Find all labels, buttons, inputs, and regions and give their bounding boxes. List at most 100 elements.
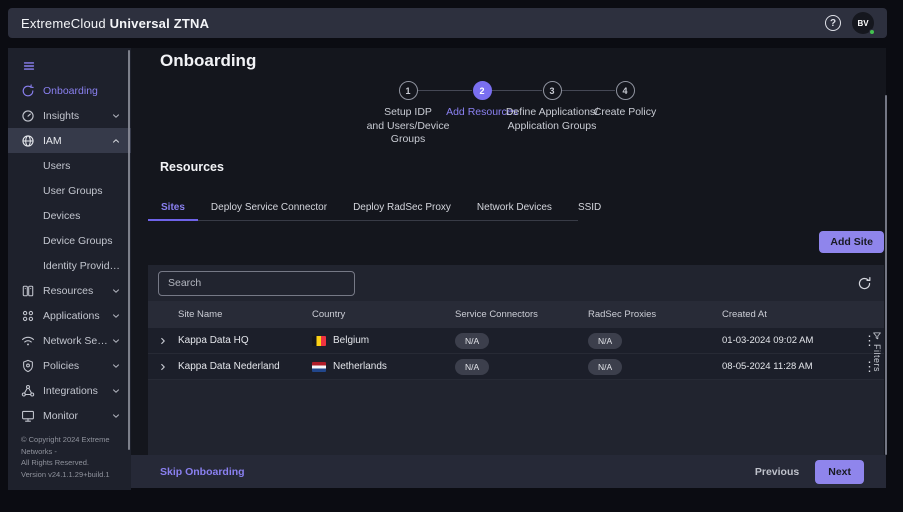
sidebar-item-label: IAM <box>43 135 111 147</box>
refresh-icon[interactable] <box>855 274 874 293</box>
brand-prefix: ExtremeCloud <box>21 16 106 31</box>
sidebar-item-network-services[interactable]: Network Services <box>8 328 131 353</box>
chevron-down-icon <box>111 386 121 396</box>
na-badge: N/A <box>455 333 489 349</box>
sidebar-item-insights[interactable]: Insights <box>8 103 131 128</box>
na-badge: N/A <box>588 333 622 349</box>
onboarding-footer-bar: Skip Onboarding Previous Next <box>131 455 886 488</box>
stepper-step-4[interactable]: 4 Create Policy <box>569 81 681 120</box>
sidebar-item-devices[interactable]: Devices <box>8 203 131 228</box>
avatar[interactable]: BV <box>852 12 874 34</box>
radsec-proxies-cell: N/A <box>588 333 722 349</box>
site-name-cell: Kappa Data HQ <box>178 335 312 346</box>
sidebar-item-applications[interactable]: Applications <box>8 303 131 328</box>
integrations-icon <box>21 384 35 398</box>
filters-label: Filters <box>872 344 882 372</box>
sidebar-item-label: User Groups <box>43 185 121 197</box>
column-header-country: Country <box>312 309 455 320</box>
sidebar-item-identity-providers[interactable]: Identity Providers <box>8 253 131 278</box>
na-badge: N/A <box>588 359 622 375</box>
sidebar-item-users[interactable]: Users <box>8 153 131 178</box>
radsec-proxies-cell: N/A <box>588 359 722 375</box>
sites-table-card: Site Name Country Service Connectors Rad… <box>148 265 884 455</box>
chevron-down-icon <box>111 286 121 296</box>
sidebar-item-label: Resources <box>43 285 111 297</box>
help-icon[interactable]: ? <box>825 15 841 31</box>
step-number: 4 <box>616 81 635 100</box>
sidebar-item-label: Users <box>43 160 121 172</box>
tab-ssid[interactable]: SSID <box>565 194 614 220</box>
hamburger-menu-icon[interactable] <box>8 48 131 78</box>
sidebar-item-label: Devices <box>43 210 121 222</box>
step-number: 3 <box>543 81 562 100</box>
filters-tab[interactable]: Filters <box>872 331 882 372</box>
tab-deploy-radsec-proxy[interactable]: Deploy RadSec Proxy <box>340 194 464 220</box>
country-cell: Belgium <box>312 335 455 346</box>
policies-icon <box>21 359 35 373</box>
brand-product: Universal ZTNA <box>110 16 210 31</box>
tab-deploy-service-connector[interactable]: Deploy Service Connector <box>198 194 340 220</box>
next-button[interactable]: Next <box>815 460 864 484</box>
expand-row-icon[interactable] <box>148 362 178 372</box>
sidebar-item-user-groups[interactable]: User Groups <box>8 178 131 203</box>
expand-row-icon[interactable] <box>148 336 178 346</box>
app-header: ExtremeCloud Universal ZTNA ? BV <box>8 8 887 38</box>
service-connectors-cell: N/A <box>455 333 588 349</box>
table-row[interactable]: Kappa Data Nederland Netherlands N/A N/A… <box>148 354 884 380</box>
search-input[interactable] <box>158 271 355 296</box>
sidebar-item-label: Insights <box>43 110 111 122</box>
iam-icon <box>21 134 35 148</box>
tab-sites[interactable]: Sites <box>148 194 198 220</box>
step-label: Create Policy <box>569 106 681 120</box>
previous-button[interactable]: Previous <box>755 466 799 478</box>
table-row[interactable]: Kappa Data HQ Belgium N/A N/A 01-03-2024… <box>148 328 884 354</box>
skip-onboarding-link[interactable]: Skip Onboarding <box>160 466 245 478</box>
sidebar-item-policies[interactable]: Policies <box>8 353 131 378</box>
page-title: Onboarding <box>160 51 256 71</box>
sidebar-scrollbar[interactable] <box>128 50 130 450</box>
resources-heading: Resources <box>160 160 224 174</box>
na-badge: N/A <box>455 359 489 375</box>
sidebar-item-resources[interactable]: Resources <box>8 278 131 303</box>
created-at-cell: 08-05-2024 11:28 AM <box>722 361 855 372</box>
resources-tabs: Sites Deploy Service Connector Deploy Ra… <box>148 194 578 221</box>
copyright-text: © Copyright 2024 Extreme Networks - <box>21 434 123 457</box>
chevron-up-icon <box>111 136 121 146</box>
insights-icon <box>21 109 35 123</box>
applications-icon <box>21 309 35 323</box>
sidebar-item-device-groups[interactable]: Device Groups <box>8 228 131 253</box>
sidebar-item-label: Network Services <box>43 335 111 347</box>
main-content: Onboarding 1 Setup IDP and Users/Device … <box>131 48 886 488</box>
country-cell: Netherlands <box>312 361 455 372</box>
brand-logo: ExtremeCloud Universal ZTNA <box>21 16 209 31</box>
column-header-radsec-proxies: RadSec Proxies <box>588 309 722 320</box>
sidebar-item-iam[interactable]: IAM <box>8 128 131 153</box>
column-header-created-at: Created At <box>722 309 855 320</box>
chevron-down-icon <box>111 111 121 121</box>
copyright-text-2: All Rights Reserved. <box>21 457 123 469</box>
sidebar-item-onboarding[interactable]: Onboarding <box>8 78 131 103</box>
monitor-icon <box>21 409 35 423</box>
sidebar-item-label: Identity Providers <box>43 260 121 272</box>
sidebar-item-label: Integrations <box>43 385 111 397</box>
tab-network-devices[interactable]: Network Devices <box>464 194 565 220</box>
sidebar: Onboarding Insights IAM Users User Group… <box>8 48 131 490</box>
resources-icon <box>21 284 35 298</box>
main-scrollbar[interactable] <box>885 95 887 455</box>
table-header-row: Site Name Country Service Connectors Rad… <box>148 301 884 328</box>
add-site-button[interactable]: Add Site <box>819 231 884 253</box>
version-text: Version v24.1.1.29+build.1 <box>21 469 123 481</box>
sidebar-footer: © Copyright 2024 Extreme Networks - All … <box>8 428 131 490</box>
chevron-down-icon <box>111 336 121 346</box>
filter-funnel-icon <box>872 331 882 341</box>
onboarding-icon <box>21 84 35 98</box>
sidebar-item-label: Monitor <box>43 410 111 422</box>
service-connectors-cell: N/A <box>455 359 588 375</box>
sidebar-item-integrations[interactable]: Integrations <box>8 378 131 403</box>
sidebar-item-monitor[interactable]: Monitor <box>8 403 131 428</box>
belgium-flag-icon <box>312 336 326 346</box>
step-number: 1 <box>399 81 418 100</box>
netherlands-flag-icon <box>312 362 326 372</box>
sidebar-item-label: Onboarding <box>43 85 121 97</box>
sidebar-item-label: Policies <box>43 360 111 372</box>
